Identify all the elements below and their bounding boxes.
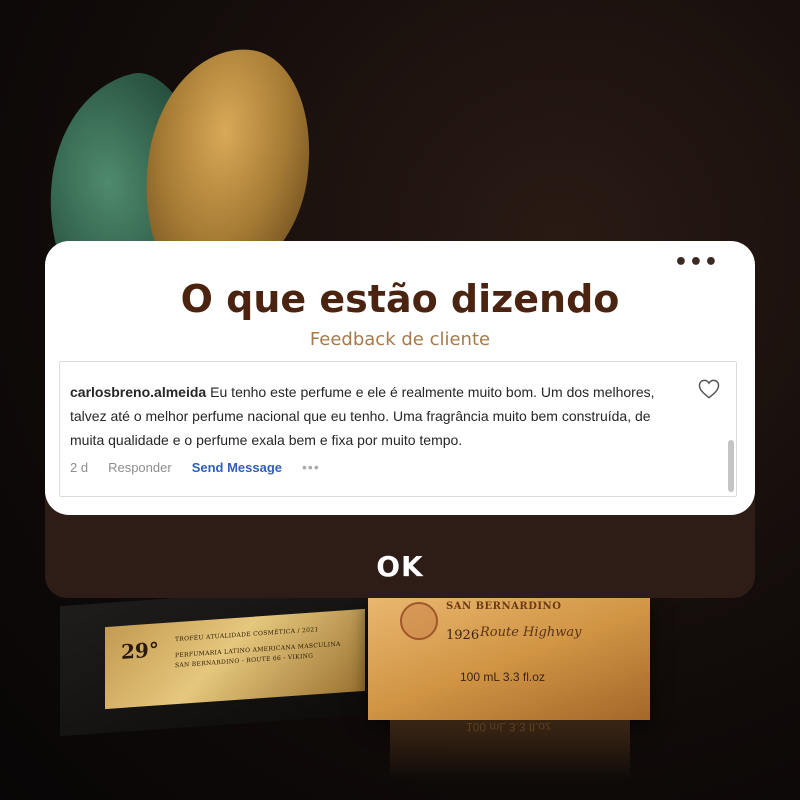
more-options-icon[interactable]: ••• bbox=[674, 251, 719, 275]
box-volume: 100 mL 3.3 fl.oz bbox=[460, 670, 545, 684]
card-title: O que estão dizendo bbox=[180, 277, 620, 321]
feedback-card: ••• O que estão dizendo Feedback de clie… bbox=[45, 241, 755, 515]
perfume-box: SAN BERNARDINO 1926 Route Highway 100 mL… bbox=[368, 598, 650, 720]
heart-icon[interactable] bbox=[698, 379, 720, 399]
comment-username[interactable]: carlosbreno.almeida bbox=[70, 384, 206, 400]
comment-time: 2 d bbox=[70, 459, 89, 475]
comment-screenshot: carlosbreno.almeida Eu tenho este perfume… bbox=[59, 361, 737, 497]
scrollbar[interactable] bbox=[728, 440, 734, 492]
card-subtitle: Feedback de cliente bbox=[309, 329, 491, 350]
comment-body: carlosbreno.almeida Eu tenho este perfume… bbox=[70, 380, 678, 452]
ok-button-label: OK bbox=[376, 550, 424, 583]
comment-more-icon[interactable]: ••• bbox=[302, 459, 320, 475]
reflection-text: 100 mL 3.3 fl.oz bbox=[466, 720, 551, 734]
trophy-year: 29° bbox=[121, 637, 159, 664]
box-year: 1926 bbox=[446, 628, 480, 643]
box-reflection: 100 mL 3.3 fl.oz bbox=[390, 720, 630, 780]
comment-meta: 2 d Responder Send Message ••• bbox=[70, 459, 320, 475]
reply-button[interactable]: Responder bbox=[108, 460, 172, 475]
trophy-line: TROFÉU ATUALIDADE COSMÉTICA / 2021 bbox=[175, 626, 319, 644]
box-seal-icon bbox=[400, 602, 438, 640]
box-signature: Route Highway bbox=[480, 625, 582, 640]
box-brand: SAN BERNARDINO bbox=[446, 601, 562, 612]
send-message-button[interactable]: Send Message bbox=[192, 460, 282, 475]
